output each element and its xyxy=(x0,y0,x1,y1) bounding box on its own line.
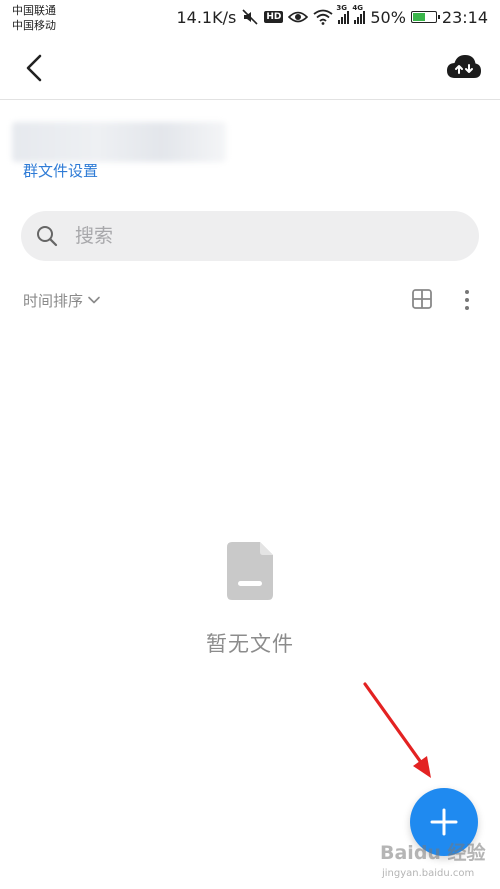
mute-icon xyxy=(242,9,258,25)
empty-message: 暂无文件 xyxy=(206,632,294,656)
nav-bar xyxy=(0,36,500,100)
status-icons: 14.1K/s HD 3G 4G 50% 23:14 xyxy=(176,4,488,28)
cloud-upload-button[interactable] xyxy=(444,48,484,88)
carrier-2: 中国移动 xyxy=(12,19,56,32)
plus-icon xyxy=(430,808,458,836)
signal-icon: 3G xyxy=(336,4,350,24)
watermark-sub: jingyan.baidu.com xyxy=(382,868,475,879)
more-vertical-icon xyxy=(465,290,469,310)
signal-icon: 4G xyxy=(352,4,366,24)
carrier-names: 中国联通 中国移动 xyxy=(12,3,56,33)
net-speed: 14.1K/s xyxy=(176,7,237,27)
hd-icon: HD xyxy=(264,11,284,23)
screen: 中国联通 中国移动 14.1K/s HD 3G 4G 50% 23:14 群文件… xyxy=(0,0,500,889)
eye-icon xyxy=(288,11,309,23)
carrier-1: 中国联通 xyxy=(12,4,56,17)
grid-view-button[interactable] xyxy=(410,287,434,311)
sort-label: 时间排序 xyxy=(23,291,84,310)
battery-percent: 50% xyxy=(370,7,406,27)
wifi-icon xyxy=(313,9,333,25)
search-icon xyxy=(37,226,58,247)
group-name-blurred xyxy=(12,122,226,162)
chevron-down-icon xyxy=(88,296,100,304)
back-button[interactable] xyxy=(16,48,56,88)
search-bar[interactable] xyxy=(21,211,479,261)
more-options-button[interactable] xyxy=(455,287,479,313)
group-file-settings-link[interactable]: 群文件设置 xyxy=(23,160,98,181)
battery-icon xyxy=(410,11,440,23)
clock: 23:14 xyxy=(441,7,488,27)
chevron-left-icon xyxy=(26,54,42,82)
add-file-button[interactable] xyxy=(410,788,478,856)
signal-1-type: 3G xyxy=(336,4,347,12)
grid-view-icon xyxy=(412,289,432,309)
cloud-upload-icon xyxy=(447,55,481,78)
status-bar: 中国联通 中国移动 14.1K/s HD 3G 4G 50% 23:14 xyxy=(0,0,500,36)
file-icon xyxy=(227,542,273,600)
annotation-arrow xyxy=(363,682,431,778)
search-input[interactable] xyxy=(75,211,465,261)
sort-dropdown[interactable]: 时间排序 xyxy=(23,289,101,311)
signal-2-type: 4G xyxy=(352,4,363,12)
